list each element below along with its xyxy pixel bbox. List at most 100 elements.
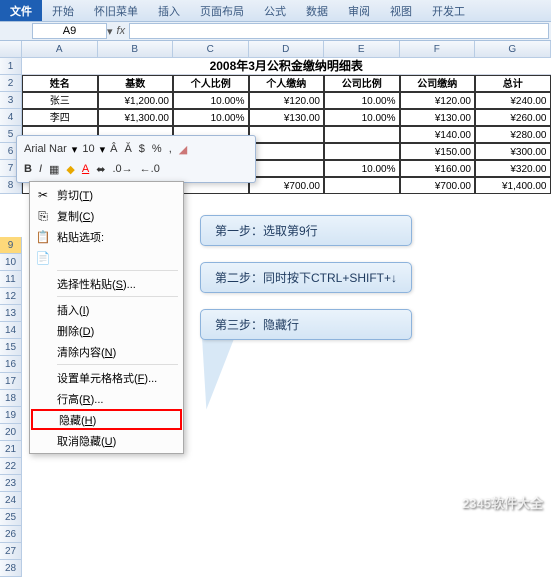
dropdown-icon[interactable]: ▾: [100, 143, 106, 156]
ctx-行高[interactable]: 行高(R)...: [31, 388, 182, 409]
col-header[interactable]: A: [22, 41, 98, 58]
header-cell[interactable]: 公司比例: [324, 75, 400, 92]
row-header[interactable]: 21: [0, 441, 22, 458]
data-cell[interactable]: ¥260.00: [475, 109, 551, 126]
data-cell[interactable]: ¥280.00: [475, 126, 551, 143]
ctx-粘贴选项:[interactable]: 📋粘贴选项:: [31, 226, 182, 247]
ctx-复制[interactable]: ⎘复制(C): [31, 205, 182, 226]
title-cell[interactable]: 2008年3月公积金缴纳明细表: [22, 58, 551, 75]
data-cell[interactable]: ¥1,300.00: [98, 109, 174, 126]
ctx-剪切[interactable]: ✂剪切(T): [31, 184, 182, 205]
data-cell[interactable]: 10.00%: [324, 109, 400, 126]
row-header[interactable]: 11: [0, 271, 22, 288]
row-header[interactable]: 13: [0, 305, 22, 322]
col-header[interactable]: B: [98, 41, 174, 58]
row-header[interactable]: 1: [0, 58, 22, 75]
formula-bar[interactable]: [129, 23, 549, 39]
data-cell[interactable]: 10.00%: [173, 92, 249, 109]
col-header[interactable]: E: [324, 41, 400, 58]
data-cell[interactable]: ¥1,200.00: [98, 92, 174, 109]
namebox-dropdown-icon[interactable]: ▾: [107, 25, 113, 38]
comma-icon[interactable]: ,: [167, 142, 174, 156]
row-header[interactable]: 4: [0, 109, 22, 126]
tab-view[interactable]: 视图: [380, 0, 422, 21]
data-cell[interactable]: 李四: [22, 109, 98, 126]
row-header[interactable]: 2: [0, 75, 22, 92]
data-cell[interactable]: ¥700.00: [249, 177, 325, 194]
font-size-select[interactable]: 10: [80, 142, 96, 156]
data-cell[interactable]: [324, 126, 400, 143]
data-cell[interactable]: ¥130.00: [249, 109, 325, 126]
row-header[interactable]: 19: [0, 407, 22, 424]
decimal-inc-icon[interactable]: .0→: [110, 162, 134, 176]
data-cell[interactable]: ¥160.00: [400, 160, 476, 177]
header-cell[interactable]: 个人缴纳: [249, 75, 325, 92]
border-icon[interactable]: ▦: [47, 162, 61, 177]
col-header[interactable]: G: [475, 41, 551, 58]
tab-data[interactable]: 数据: [296, 0, 338, 21]
header-cell[interactable]: 公司缴纳: [400, 75, 476, 92]
header-cell[interactable]: 姓名: [22, 75, 98, 92]
header-cell[interactable]: 基数: [98, 75, 174, 92]
data-cell[interactable]: 10.00%: [173, 109, 249, 126]
data-cell[interactable]: [249, 160, 325, 177]
header-cell[interactable]: 个人比例: [173, 75, 249, 92]
col-header[interactable]: F: [400, 41, 476, 58]
ctx-清除内容[interactable]: 清除内容(N): [31, 341, 182, 362]
row-header[interactable]: 14: [0, 322, 22, 339]
row-header[interactable]: 20: [0, 424, 22, 441]
fill-color-icon[interactable]: ◆: [64, 162, 76, 177]
data-cell[interactable]: [249, 143, 325, 160]
tab-dev[interactable]: 开发工: [422, 0, 475, 21]
font-name-select[interactable]: Arial Nar: [22, 142, 69, 156]
select-all-corner[interactable]: [0, 41, 22, 58]
paste-option-button[interactable]: 📄: [31, 247, 182, 268]
row-header[interactable]: 3: [0, 92, 22, 109]
name-box[interactable]: A9: [32, 23, 107, 39]
row-header[interactable]: 23: [0, 475, 22, 492]
row-header[interactable]: 17: [0, 373, 22, 390]
currency-icon[interactable]: $: [137, 142, 147, 156]
row-header[interactable]: 9: [0, 237, 22, 254]
dropdown-icon[interactable]: ▾: [72, 143, 78, 156]
data-cell[interactable]: ¥140.00: [400, 126, 476, 143]
data-cell[interactable]: ¥120.00: [249, 92, 325, 109]
grow-font-icon[interactable]: Â: [108, 142, 119, 156]
row-header[interactable]: 12: [0, 288, 22, 305]
data-cell[interactable]: ¥130.00: [400, 109, 476, 126]
fx-icon[interactable]: fx: [117, 25, 126, 37]
merge-icon[interactable]: ⬌: [94, 162, 107, 177]
row-header[interactable]: 10: [0, 254, 22, 271]
ctx-插入[interactable]: 插入(I): [31, 299, 182, 320]
data-cell[interactable]: [324, 177, 400, 194]
ctx-设置单元格格式[interactable]: 设置单元格格式(F)...: [31, 367, 182, 388]
row-header[interactable]: 28: [0, 560, 22, 577]
font-color-icon[interactable]: A: [80, 162, 91, 176]
data-cell[interactable]: ¥1,400.00: [475, 177, 551, 194]
data-cell[interactable]: ¥240.00: [475, 92, 551, 109]
row-header[interactable]: 15: [0, 339, 22, 356]
data-cell[interactable]: ¥320.00: [475, 160, 551, 177]
data-cell[interactable]: ¥120.00: [400, 92, 476, 109]
header-cell[interactable]: 总计: [475, 75, 551, 92]
tab-insert[interactable]: 插入: [148, 0, 190, 21]
col-header[interactable]: C: [173, 41, 249, 58]
row-header[interactable]: 18: [0, 390, 22, 407]
row-header[interactable]: 16: [0, 356, 22, 373]
decimal-dec-icon[interactable]: ←.0: [138, 162, 162, 176]
row-header[interactable]: 27: [0, 543, 22, 560]
shrink-font-icon[interactable]: Ă: [122, 142, 133, 156]
tab-home[interactable]: 开始: [42, 0, 84, 21]
tab-layout[interactable]: 页面布局: [190, 0, 254, 21]
bold-icon[interactable]: B: [22, 162, 34, 176]
data-cell[interactable]: ¥150.00: [400, 143, 476, 160]
data-cell[interactable]: 10.00%: [324, 92, 400, 109]
data-cell[interactable]: ¥300.00: [475, 143, 551, 160]
ctx-选择性粘贴[interactable]: 选择性粘贴(S)...: [31, 273, 182, 294]
data-cell[interactable]: [324, 143, 400, 160]
tab-legacy[interactable]: 怀旧菜单: [84, 0, 148, 21]
ctx-隐藏[interactable]: 隐藏(H): [31, 409, 182, 430]
percent-icon[interactable]: %: [150, 142, 164, 156]
data-cell[interactable]: 张三: [22, 92, 98, 109]
row-header[interactable]: 26: [0, 526, 22, 543]
